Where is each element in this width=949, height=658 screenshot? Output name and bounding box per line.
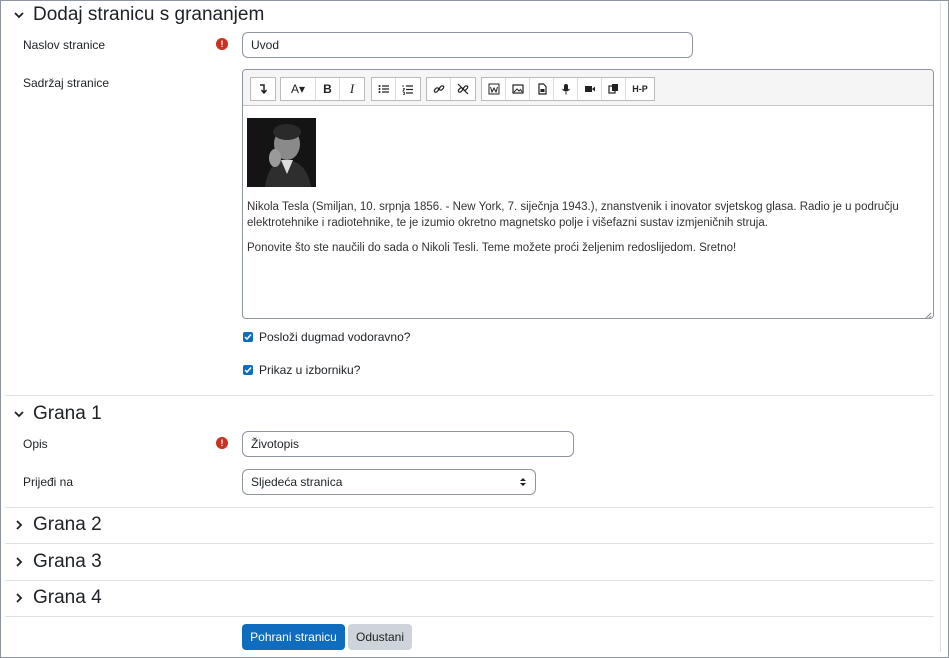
toolbar-group-links — [426, 77, 476, 101]
divider — [5, 543, 934, 544]
required-icon: ! — [216, 437, 228, 449]
jump-to-label: Prijeđi na — [23, 475, 74, 489]
page-title-label: Naslov stranice — [23, 38, 106, 52]
h5p-button[interactable]: H-P — [626, 78, 654, 100]
resize-handle-icon[interactable] — [924, 309, 932, 318]
checkbox-checked-icon[interactable] — [243, 365, 253, 375]
divider — [5, 616, 934, 617]
italic-button[interactable]: I — [340, 78, 364, 100]
section-title-branch4: Grana 4 — [33, 587, 102, 608]
checkbox-checked-icon[interactable] — [243, 332, 253, 342]
unordered-list-icon[interactable] — [372, 78, 396, 100]
ordered-list-icon[interactable] — [396, 78, 420, 100]
tesla-portrait-image — [247, 118, 316, 187]
save-page-button[interactable]: Pohrani stranicu — [242, 624, 345, 650]
section-header-branch4[interactable]: Grana 4 — [12, 587, 102, 609]
bold-button[interactable]: B — [316, 78, 340, 100]
divider — [5, 507, 934, 508]
chevron-right-icon — [12, 518, 26, 532]
content-editor[interactable]: A▾ B I H-P Nikola Tesla (Smiljan, 10. sr… — [242, 69, 934, 319]
horizontal-buttons-option[interactable]: Posloži dugmad vodoravno? — [243, 330, 410, 344]
file-icon[interactable] — [530, 78, 554, 100]
toolbar-group-format: A▾ B I — [280, 77, 365, 101]
section-title-main: Dodaj stranicu s grananjem — [33, 4, 265, 25]
editor-paragraph-1: Nikola Tesla (Smiljan, 10. srpnja 1856. … — [247, 201, 899, 229]
show-in-menu-label: Prikaz u izborniku? — [259, 363, 361, 377]
chevron-right-icon — [12, 591, 26, 605]
toolbar-group-lists — [371, 77, 421, 101]
image-icon[interactable] — [506, 78, 530, 100]
editor-paragraph-2: Ponovite što ste naučili do sada o Nikol… — [247, 242, 737, 254]
required-icon: ! — [216, 38, 228, 50]
horizontal-buttons-label: Posloži dugmad vodoravno? — [259, 330, 411, 344]
select-arrows-icon — [520, 478, 526, 486]
toolbar-group-collapse — [250, 77, 276, 101]
wiris-icon[interactable] — [482, 78, 506, 100]
section-header-branch2[interactable]: Grana 2 — [12, 514, 102, 536]
scroll-divider — [940, 2, 941, 652]
toolbar-group-media: H-P — [481, 77, 655, 101]
section-header-branch3[interactable]: Grana 3 — [12, 551, 102, 573]
section-title-branch1: Grana 1 — [33, 403, 102, 424]
jump-to-select[interactable]: Sljedeća stranica — [242, 469, 536, 495]
show-in-menu-option[interactable]: Prikaz u izborniku? — [243, 363, 360, 377]
divider — [5, 395, 934, 396]
section-title-branch2: Grana 2 — [33, 514, 102, 535]
chevron-down-icon — [12, 8, 26, 22]
cancel-button[interactable]: Odustani — [348, 624, 412, 650]
description-input[interactable]: Životopis — [242, 431, 574, 457]
description-label: Opis — [23, 437, 48, 451]
divider — [5, 580, 934, 581]
copy-icon[interactable] — [602, 78, 626, 100]
section-title-branch3: Grana 3 — [33, 551, 102, 572]
editor-content[interactable]: Nikola Tesla (Smiljan, 10. srpnja 1856. … — [243, 106, 933, 277]
editor-toolbar: A▾ B I H-P — [243, 70, 933, 106]
page-content-label: Sadržaj stranice — [23, 76, 110, 90]
section-header-main[interactable]: Dodaj stranicu s grananjem — [12, 4, 264, 26]
link-icon[interactable] — [427, 78, 451, 100]
font-style-button[interactable]: A▾ — [281, 78, 316, 100]
toolbar-toggle-icon[interactable] — [251, 78, 275, 100]
jump-to-value: Sljedeća stranica — [251, 475, 343, 489]
section-header-branch1[interactable]: Grana 1 — [12, 403, 102, 425]
video-icon[interactable] — [578, 78, 602, 100]
chevron-down-icon — [12, 407, 26, 421]
microphone-icon[interactable] — [554, 78, 578, 100]
chevron-right-icon — [12, 555, 26, 569]
page-title-input[interactable]: Uvod — [242, 32, 693, 58]
unlink-icon[interactable] — [451, 78, 475, 100]
